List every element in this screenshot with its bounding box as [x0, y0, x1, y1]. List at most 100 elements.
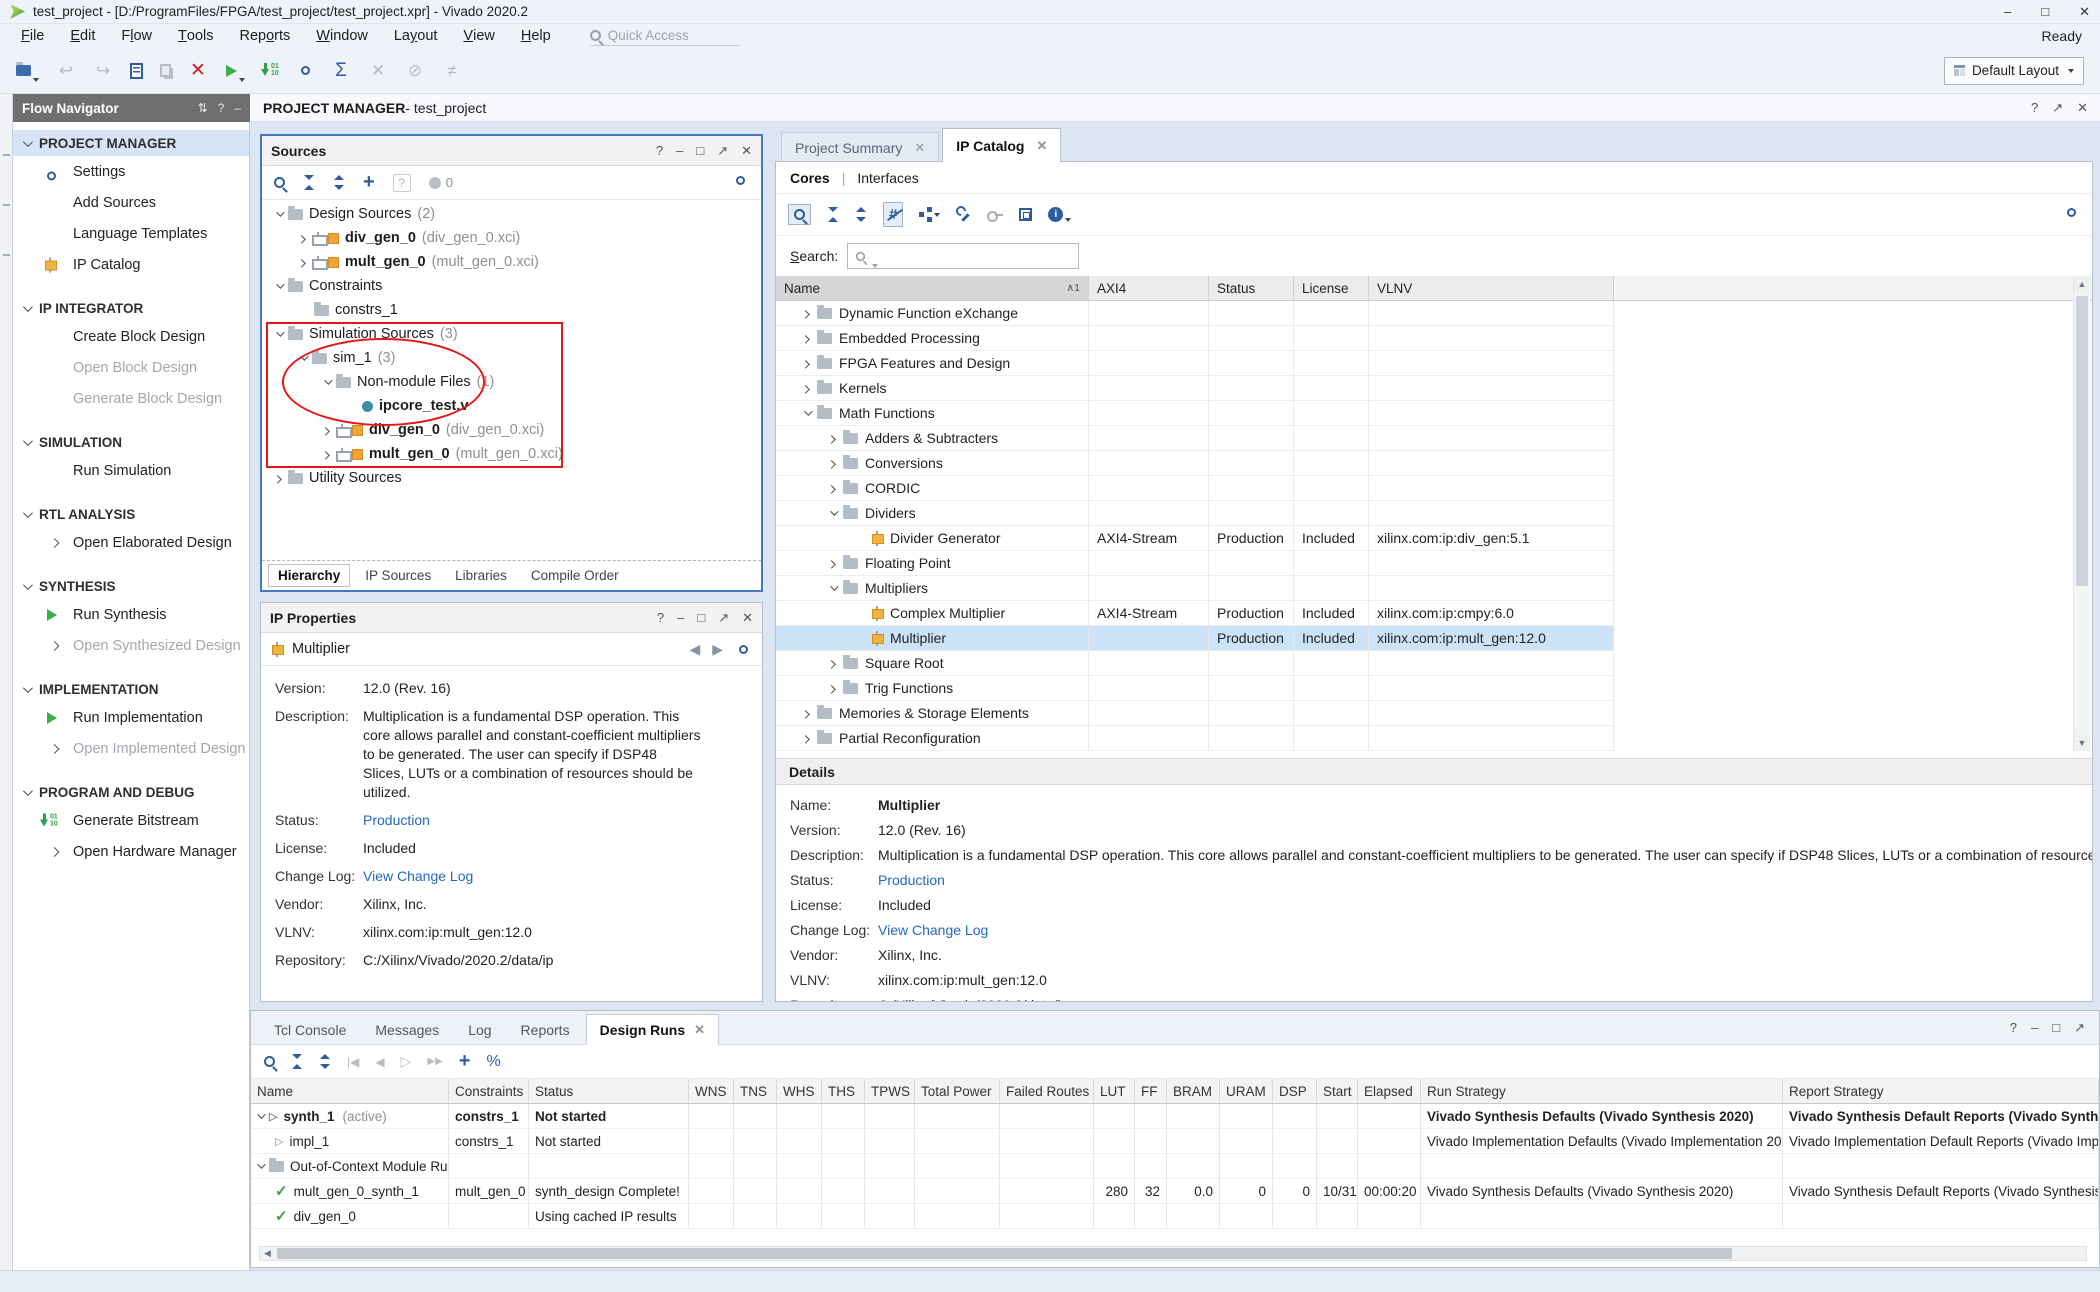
- tree-item-sim-1[interactable]: sim_1 (3): [262, 346, 761, 370]
- expand-all-icon[interactable]: [319, 1054, 331, 1069]
- catalog-row-complex-multiplier[interactable]: Complex MultiplierAXI4-StreamProductionI…: [776, 601, 2092, 626]
- catalog-row-partial-reconfiguration[interactable]: Partial Reconfiguration: [776, 726, 2092, 751]
- help-icon[interactable]: ?: [656, 143, 663, 159]
- menu-view[interactable]: View: [450, 24, 507, 48]
- property-value[interactable]: Production: [363, 811, 701, 830]
- tree-item-ipcore-test-v[interactable]: ipcore_test.v: [262, 394, 761, 418]
- menu-window[interactable]: Window: [303, 24, 381, 48]
- collapse-icon[interactable]: [276, 280, 284, 288]
- expander-icon[interactable]: ▷: [275, 1135, 283, 1148]
- catalog-row-square-root[interactable]: Square Root: [776, 651, 2092, 676]
- horizontal-scrollbar[interactable]: ◀: [259, 1246, 2087, 1261]
- search-input[interactable]: [847, 243, 1079, 269]
- view-cores[interactable]: Cores: [790, 170, 830, 186]
- minimize-icon[interactable]: –: [234, 101, 241, 115]
- flow-section-header-program-and-debug[interactable]: PROGRAM AND DEBUG: [13, 779, 249, 805]
- column-header-name[interactable]: Name: [251, 1079, 449, 1104]
- step-back-icon[interactable]: ◀: [375, 1055, 384, 1069]
- settings-gear-icon[interactable]: [736, 176, 745, 185]
- minimize-icon[interactable]: –: [677, 610, 684, 626]
- column-header-license[interactable]: License: [1294, 276, 1369, 301]
- redo-icon[interactable]: ↪: [93, 60, 113, 82]
- flow-item-open-synthesized-design[interactable]: Open Synthesized Design: [13, 630, 249, 661]
- design-run-row-mult-gen-0-synth-1[interactable]: ✓mult_gen_0_synth_1mult_gen_0synth_desig…: [251, 1179, 2099, 1204]
- flow-section-header-ip-integrator[interactable]: IP INTEGRATOR: [13, 295, 249, 321]
- menu-flow[interactable]: Flow: [108, 24, 165, 48]
- flow-item-ip-catalog[interactable]: IP Catalog: [13, 249, 249, 280]
- tab-project-summary[interactable]: Project Summary✕: [781, 132, 939, 162]
- menu-layout[interactable]: Layout: [381, 24, 451, 48]
- expand-icon[interactable]: [801, 360, 809, 368]
- hierarchy-icon[interactable]: [919, 212, 940, 217]
- collapse-icon[interactable]: [324, 376, 332, 384]
- collapse-all-icon[interactable]: [827, 207, 839, 222]
- flow-section-header-simulation[interactable]: SIMULATION: [13, 429, 249, 455]
- column-header-run-strategy[interactable]: Run Strategy: [1421, 1079, 1783, 1104]
- maximize-icon[interactable]: □: [697, 610, 705, 626]
- design-run-row-synth-1[interactable]: ▷synth_1(active)constrs_1Not startedViva…: [251, 1104, 2099, 1129]
- swap-icon[interactable]: ⇅: [198, 101, 208, 115]
- expand-icon[interactable]: [321, 451, 329, 459]
- menu-edit[interactable]: Edit: [57, 24, 108, 48]
- misc-icon[interactable]: ≠: [442, 60, 462, 82]
- tab-compile-order[interactable]: Compile Order: [522, 565, 628, 586]
- maximize-icon[interactable]: □: [696, 143, 704, 159]
- expand-icon[interactable]: [321, 427, 329, 435]
- collapse-icon[interactable]: [830, 582, 838, 590]
- column-header-vlnv[interactable]: VLNV: [1369, 276, 1614, 301]
- flow-section-header-rtl-analysis[interactable]: RTL ANALYSIS: [13, 501, 249, 527]
- flow-item-run-simulation[interactable]: Run Simulation: [13, 455, 249, 486]
- flow-item-generate-block-design[interactable]: Generate Block Design: [13, 383, 249, 414]
- column-header-elapsed[interactable]: Elapsed: [1358, 1079, 1421, 1104]
- column-header-status[interactable]: Status: [1209, 276, 1294, 301]
- minimize-icon[interactable]: –: [2004, 4, 2011, 20]
- sources-panel-header[interactable]: Sources ?–□↗✕: [262, 136, 761, 166]
- delete-icon[interactable]: ✕: [188, 60, 208, 82]
- catalog-row-conversions[interactable]: Conversions: [776, 451, 2092, 476]
- tree-item-simulation-sources[interactable]: Simulation Sources (3): [262, 322, 761, 346]
- collapse-icon[interactable]: [300, 352, 308, 360]
- expand-all-icon[interactable]: [855, 207, 867, 222]
- tree-item-utility-sources[interactable]: Utility Sources: [262, 466, 761, 490]
- settings-gear-icon[interactable]: [301, 66, 310, 75]
- tab-ip-sources[interactable]: IP Sources: [356, 565, 440, 586]
- catalog-row-math-functions[interactable]: Math Functions: [776, 401, 2092, 426]
- menu-help[interactable]: Help: [508, 24, 564, 48]
- catalog-row-memories-storage-elements[interactable]: Memories & Storage Elements: [776, 701, 2092, 726]
- column-header-tpws[interactable]: TPWS: [865, 1079, 915, 1104]
- tree-item-design-sources[interactable]: Design Sources (2): [262, 202, 761, 226]
- minimize-icon[interactable]: –: [2031, 1020, 2038, 1036]
- catalog-row-adders-subtracters[interactable]: Adders & Subtracters: [776, 426, 2092, 451]
- play-icon[interactable]: ▷: [401, 1053, 412, 1070]
- column-header-report-strategy[interactable]: Report Strategy: [1783, 1079, 2099, 1104]
- tree-item-mult-gen-0[interactable]: mult_gen_0 (mult_gen_0.xci): [262, 442, 761, 466]
- property-value[interactable]: View Change Log: [363, 867, 701, 886]
- expand-icon[interactable]: [801, 335, 809, 343]
- step-forward-icon[interactable]: ▶▶: [427, 1056, 442, 1067]
- expand-icon[interactable]: [827, 560, 835, 568]
- expand-icon[interactable]: [801, 735, 809, 743]
- search-icon[interactable]: [274, 177, 285, 188]
- tab-messages[interactable]: Messages: [362, 1016, 452, 1044]
- view-interfaces[interactable]: Interfaces: [857, 170, 918, 186]
- tree-item-non-module-files[interactable]: Non-module Files (1): [262, 370, 761, 394]
- expand-icon[interactable]: [273, 475, 281, 483]
- design-run-row-impl-1[interactable]: ▷impl_1constrs_1Not startedVivado Implem…: [251, 1129, 2099, 1154]
- column-header-failed-routes[interactable]: Failed Routes: [1000, 1079, 1094, 1104]
- gear-icon[interactable]: [739, 645, 748, 654]
- flow-item-create-block-design[interactable]: Create Block Design: [13, 321, 249, 352]
- column-header-tns[interactable]: TNS: [734, 1079, 777, 1104]
- step-first-icon[interactable]: |◀: [347, 1055, 359, 1069]
- column-header-lut[interactable]: LUT: [1094, 1079, 1135, 1104]
- tree-item-constraints[interactable]: Constraints: [262, 274, 761, 298]
- minimize-icon[interactable]: –: [676, 143, 683, 159]
- collapse-all-icon[interactable]: [303, 175, 315, 190]
- settings-gear-icon[interactable]: [2067, 208, 2076, 217]
- expand-icon[interactable]: [827, 660, 835, 668]
- maximize-icon[interactable]: □: [2052, 1020, 2060, 1036]
- flow-section-header-project-manager[interactable]: PROJECT MANAGER: [13, 130, 249, 156]
- tab-ip-catalog[interactable]: IP Catalog✕: [942, 128, 1061, 162]
- tree-item-div-gen-0[interactable]: div_gen_0 (div_gen_0.xci): [262, 418, 761, 442]
- float-icon[interactable]: ↗: [717, 143, 728, 159]
- column-header-whs[interactable]: WHS: [777, 1079, 822, 1104]
